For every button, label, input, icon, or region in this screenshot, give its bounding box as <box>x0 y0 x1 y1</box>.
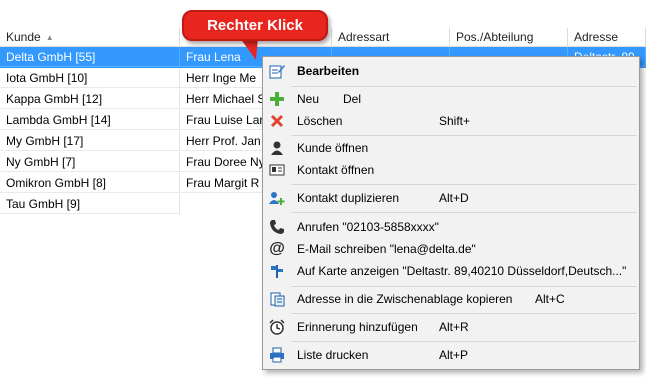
menu-item-label: Erinnerung hinzufügen <box>297 320 418 334</box>
menu-separator <box>291 313 637 314</box>
menu-item-label: E-Mail schreiben "lena@delta.de" <box>297 242 476 256</box>
cell-kunde: Delta GmbH [55] <box>0 47 180 67</box>
menu-item-label: Auf Karte anzeigen "Deltastr. 89,40210 D… <box>297 264 627 278</box>
printer-icon <box>270 347 284 363</box>
menu-item-shortcut: Alt+D <box>439 191 469 205</box>
menu-item-kunde-oeffnen[interactable]: Kunde öffnen <box>263 137 639 159</box>
cell-kunde: Tau GmbH [9] <box>0 194 180 214</box>
column-header-adresse[interactable]: Adresse <box>568 28 646 47</box>
cell-kunde: My GmbH [17] <box>0 131 180 151</box>
column-header-adressart[interactable]: Adressart <box>332 28 450 47</box>
cell-kunde: Kappa GmbH [12] <box>0 89 180 109</box>
right-click-callout: Rechter Klick <box>182 10 328 41</box>
column-header-label: Adresse <box>574 30 619 44</box>
menu-item-kontakt-oeffnen[interactable]: Kontakt öffnen <box>263 159 639 181</box>
menu-item-erinnerung[interactable]: Erinnerung hinzufügen Alt+R <box>263 316 639 338</box>
menu-item-shortcut: Del <box>343 92 362 106</box>
menu-item-label: Kunde öffnen <box>297 141 369 155</box>
menu-item-shortcut: Alt+P <box>439 348 469 362</box>
menu-item-label: Löschen <box>297 114 343 128</box>
edit-icon <box>269 65 285 79</box>
menu-item-liste-drucken[interactable]: Liste drucken Alt+P <box>263 344 639 366</box>
column-header-label: Kunde <box>6 30 41 44</box>
menu-separator <box>291 135 637 136</box>
menu-separator <box>291 341 637 342</box>
menu-item-shortcut: Alt+C <box>535 292 565 306</box>
menu-item-label: Neu <box>297 92 320 106</box>
menu-item-label: Liste drucken <box>297 348 369 362</box>
menu-item-loeschen[interactable]: Löschen Shift+ <box>263 110 639 132</box>
clipboard-icon <box>270 292 285 307</box>
menu-separator <box>291 212 637 213</box>
email-at-icon: @ <box>269 240 285 257</box>
menu-separator <box>291 86 637 87</box>
menu-item-adresse-kopieren[interactable]: Adresse in die Zwischenablage kopieren A… <box>263 288 639 310</box>
column-header-label: Adressart <box>338 30 390 44</box>
duplicate-contact-icon <box>269 192 285 205</box>
menu-item-anrufen[interactable]: Anrufen "02103-5858xxxx" <box>263 216 639 238</box>
menu-item-label: Bearbeiten <box>297 64 360 78</box>
cell-kunde: Iota GmbH [10] <box>0 68 180 88</box>
cell-kunde: Ny GmbH [7] <box>0 152 180 172</box>
delete-icon <box>270 114 284 128</box>
menu-item-bearbeiten[interactable]: Bearbeiten <box>263 60 639 82</box>
menu-item-shortcut: Alt+R <box>439 320 469 334</box>
menu-separator <box>291 286 637 287</box>
plus-icon <box>270 92 284 106</box>
menu-separator <box>291 184 637 185</box>
sort-ascending-icon: ▲ <box>45 33 54 42</box>
menu-item-karte[interactable]: Auf Karte anzeigen "Deltastr. 89,40210 D… <box>263 260 639 282</box>
menu-item-kontakt-duplizieren[interactable]: Kontakt duplizieren Alt+D <box>263 187 639 209</box>
phone-icon <box>270 220 284 234</box>
menu-item-label: Anrufen "02103-5858xxxx" <box>297 220 439 234</box>
context-menu: Bearbeiten Neu Del Löschen Shift+ Kunde … <box>262 56 640 370</box>
column-header-abteilung[interactable]: Pos./Abteilung <box>450 28 568 47</box>
menu-item-label: Kontakt duplizieren <box>297 191 400 205</box>
person-icon <box>271 141 283 155</box>
cell-kunde: Omikron GmbH [8] <box>0 173 180 193</box>
menu-item-shortcut: Shift+ <box>439 114 471 128</box>
column-header-label: Pos./Abteilung <box>456 30 534 44</box>
map-pin-icon <box>271 265 283 278</box>
menu-item-label: Kontakt öffnen <box>297 163 375 177</box>
menu-item-neu[interactable]: Neu Del <box>263 88 639 110</box>
alarm-clock-icon <box>269 319 285 335</box>
cell-kunde: Lambda GmbH [14] <box>0 110 180 130</box>
column-header-kunde[interactable]: Kunde ▲ <box>0 28 180 47</box>
menu-item-label: Adresse in die Zwischenablage kopieren <box>297 292 513 306</box>
contact-card-icon <box>269 164 285 176</box>
menu-item-email[interactable]: @ E-Mail schreiben "lena@delta.de" <box>263 238 639 260</box>
